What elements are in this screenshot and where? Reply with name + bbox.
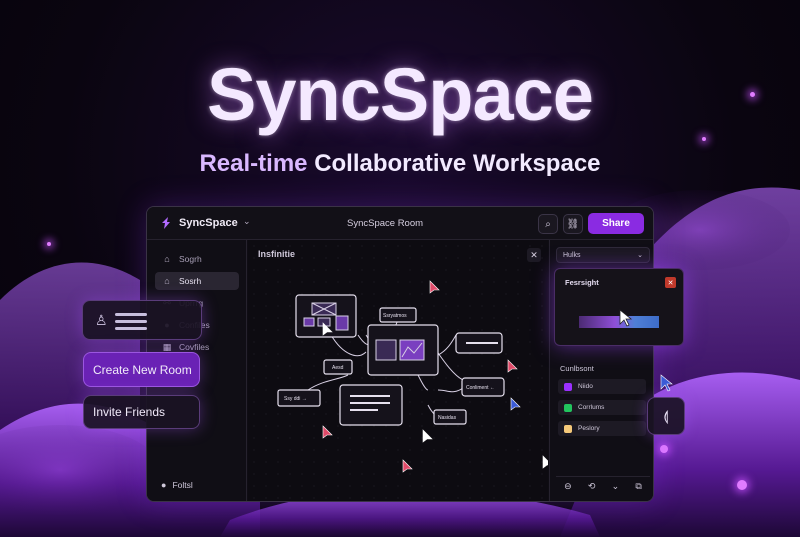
color-label: Niido [578, 383, 593, 390]
cursor-icon [660, 374, 673, 392]
user-icon: ♙ [95, 312, 108, 328]
whiteboard-canvas[interactable]: Insfinitie ✕ Ssryatmos Aesd Ssy ddi → Co… [248, 240, 548, 502]
text-line [115, 327, 147, 330]
user-icon: ● [161, 480, 167, 490]
app-name[interactable]: SyncSpace [179, 217, 238, 229]
sidebar-item-search[interactable]: ⌂ Sosrh [155, 272, 239, 290]
sync-icon[interactable]: ⟲ [588, 481, 596, 492]
highlight-popup[interactable]: Fesrsight ✕ [554, 268, 684, 346]
export-icon[interactable]: ⧉ [635, 481, 641, 492]
hero-title: SyncSpace [207, 53, 594, 136]
chevron-down-icon[interactable]: ⌄ [243, 216, 251, 227]
color-label: Corrlums [578, 404, 605, 411]
glow-dot [47, 242, 51, 246]
link-icon[interactable]: ⛓ [563, 214, 583, 234]
sidebar-item-home[interactable]: ⌂ Sogrh [155, 250, 239, 268]
search-icon[interactable]: ⌕ [538, 214, 558, 234]
share-button[interactable]: Share [588, 213, 644, 234]
hero-subtitle-accent: Real-time [199, 150, 308, 177]
app-topbar: SyncSpace ⌄ SyncSpace Room ⌕ ⛓ Share [147, 207, 653, 240]
hero-subtitle: Real-time Collaborative Workspace [0, 150, 800, 178]
sidebar-footer-label: Foltsl [172, 480, 193, 490]
home-icon: ⌂ [164, 254, 170, 264]
grid-icon: ▦ [162, 341, 172, 352]
color-row[interactable]: Corrlums [558, 400, 646, 415]
flow-diagram[interactable]: Ssryatmos Aesd Ssy ddi → Conliment ← Nas… [248, 240, 548, 502]
layer-select[interactable]: Hulks ⌄ [556, 247, 650, 263]
color-label: Peslory [578, 425, 600, 432]
node-label: Ssryatmos [383, 313, 407, 319]
text-line [115, 320, 147, 323]
color-swatch [564, 382, 572, 391]
sidebar-item-label: Covfiles [179, 342, 210, 352]
section-title: Cunlbsont [560, 364, 594, 373]
sync-icon[interactable]: ⟬ [647, 397, 685, 435]
zoom-controls: ⊖ ⟲ ⌄ ⧉ [556, 476, 650, 496]
cursor-icon [619, 309, 633, 327]
glow-dot [660, 445, 668, 453]
syncspace-logo-icon [162, 217, 170, 229]
color-swatch [564, 424, 572, 433]
color-row[interactable]: Niido [558, 379, 646, 394]
popup-title: Fesrsight [565, 278, 599, 287]
glow-dot [737, 480, 747, 490]
chevron-down-icon: ⌄ [637, 252, 643, 259]
color-swatch [564, 403, 572, 412]
close-icon[interactable]: ✕ [665, 277, 676, 288]
hero-subtitle-rest: Collaborative Workspace [314, 150, 601, 177]
zoom-icon[interactable]: ⊖ [564, 481, 572, 492]
sidebar-item-label: Sosrh [179, 276, 202, 286]
sidebar-item-label: Sogrh [179, 254, 202, 264]
color-row[interactable]: Peslory [558, 421, 646, 436]
text-line [115, 313, 147, 316]
sidebar-footer[interactable]: ● Foltsl [161, 480, 193, 490]
lock-icon: ⌂ [164, 276, 170, 286]
node-label: Ssy ddi → [284, 396, 307, 402]
app-window: SyncSpace ⌄ SyncSpace Room ⌕ ⛓ Share ⌂ S… [146, 206, 654, 502]
node-label: Conliment ← [466, 385, 495, 391]
layer-select-value: Hulks [563, 251, 581, 259]
invite-friends-button[interactable]: Invite Friends [83, 395, 200, 429]
chevron-down-icon[interactable]: ⌄ [612, 481, 620, 492]
room-title: SyncSpace Room [347, 218, 424, 229]
glow-dot [702, 137, 706, 141]
create-room-button[interactable]: Create New Room [83, 352, 200, 387]
user-card[interactable]: ♙ [82, 300, 202, 340]
node-label: Nasidas [438, 415, 457, 421]
node-label: Aesd [332, 365, 344, 371]
